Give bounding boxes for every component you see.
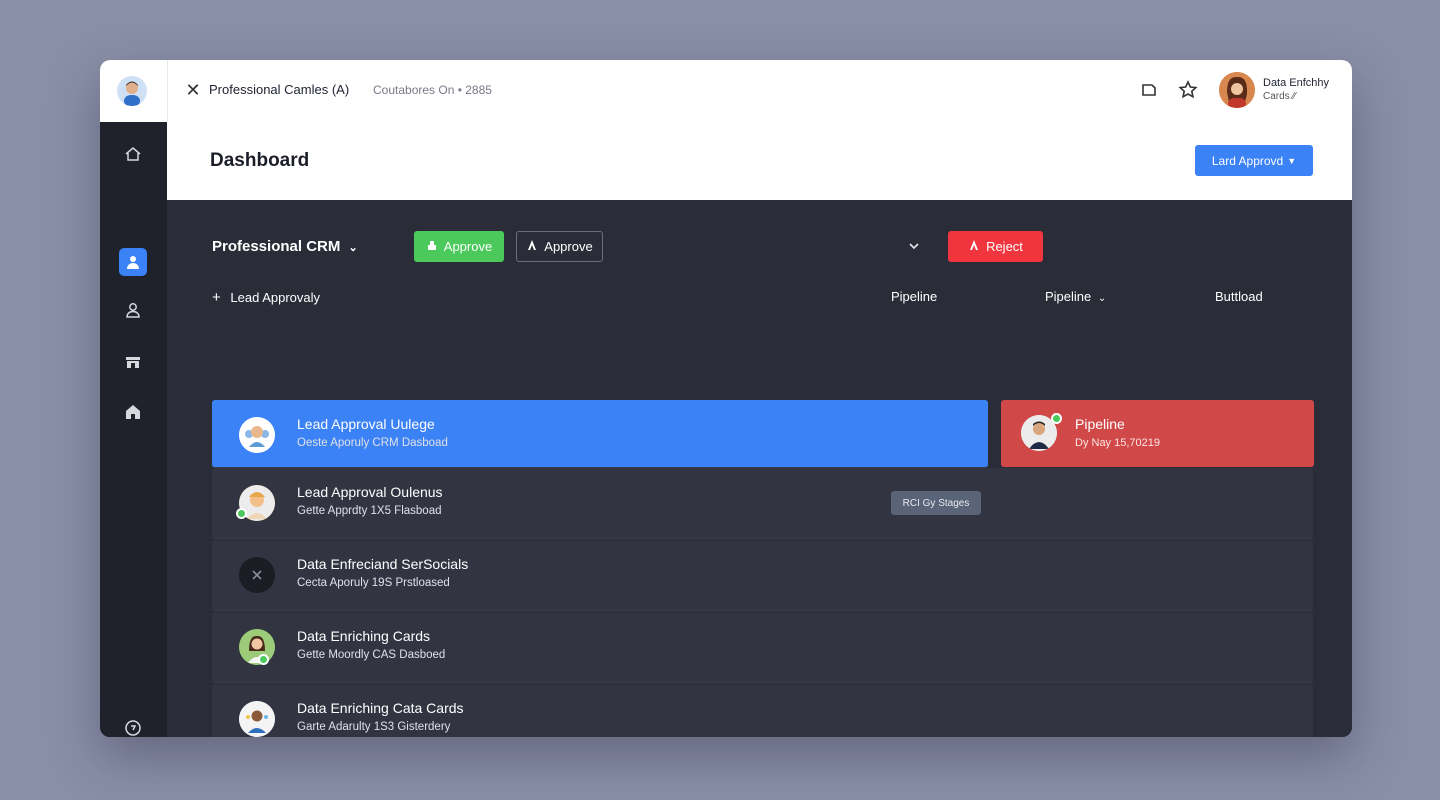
building-icon[interactable] xyxy=(119,398,147,426)
lead-approval-dropdown-button[interactable]: Lard Approvd ▼ xyxy=(1195,145,1313,176)
online-status-icon xyxy=(258,654,269,665)
add-lead-approval-button[interactable]: + Lead Approvaly xyxy=(212,289,320,306)
caret-down-icon: ▼ xyxy=(1287,155,1297,166)
list-item[interactable]: Lead Approval Uulege Oeste Aporuly CRM D… xyxy=(212,400,988,468)
avatar xyxy=(239,417,275,453)
approve-secondary-label: Approve xyxy=(544,239,593,254)
pipeline-card-subtitle: Dy Nay 15,70219 xyxy=(1075,437,1160,449)
list-item-title: Lead Approval Oulenus xyxy=(297,484,443,500)
list-item-title: Data Enriching Cards xyxy=(297,628,431,644)
list-item-subtitle: Garte Adarulty 1S3 Gisterdery xyxy=(297,721,451,733)
close-icon[interactable]: ✕ xyxy=(185,80,201,100)
plus-icon: + xyxy=(212,289,221,306)
person-icon xyxy=(526,239,538,254)
list-item-subtitle: Gette Moordly CAS Dasboed xyxy=(297,649,446,661)
tab-subtitle: Coutabores On • 2885 xyxy=(373,83,492,97)
app-window: ✕ Professional Camles (A) Coutabores On … xyxy=(100,60,1352,737)
chevron-down-icon: ⌄ xyxy=(1097,293,1107,304)
contacts-icon[interactable] xyxy=(119,248,147,276)
avatar xyxy=(239,701,275,737)
column-header-pipeline-label: Pipeline xyxy=(1045,289,1092,304)
main-content: Professional CRM ⌄ Approve Approve Rejec… xyxy=(167,200,1352,737)
reject-button-label: Reject xyxy=(986,239,1023,254)
tab-title[interactable]: Professional Camles (A) xyxy=(209,82,349,97)
avatar xyxy=(239,557,275,593)
sidebar xyxy=(100,122,167,737)
user-name: Data Enfchhy xyxy=(1263,77,1330,89)
online-status-icon xyxy=(1051,413,1062,424)
share-icon[interactable] xyxy=(1138,79,1160,101)
avatar xyxy=(239,629,275,665)
approve-button[interactable]: Approve xyxy=(414,231,504,262)
crm-select[interactable]: Professional CRM ⌄ xyxy=(212,238,358,255)
reject-icon xyxy=(968,239,980,254)
list-item[interactable]: Lead Approval Oulenus Gette Apprdty 1X5 … xyxy=(212,468,1313,539)
user-subtitle: Cards ⁄⁄ xyxy=(1263,91,1296,102)
top-bar: ✕ Professional Camles (A) Coutabores On … xyxy=(100,60,1352,123)
chevron-down-icon[interactable] xyxy=(908,239,920,253)
column-header-pipeline[interactable]: Pipeline xyxy=(891,289,937,304)
column-header-pipeline-sort[interactable]: Pipeline ⌄ xyxy=(1045,289,1106,304)
reject-button[interactable]: Reject xyxy=(948,231,1043,262)
chevron-down-icon: ⌄ xyxy=(348,242,358,254)
list-item-title: Lead Approval Uulege xyxy=(297,416,435,432)
account-avatar[interactable] xyxy=(117,76,147,106)
approve-icon xyxy=(426,239,438,254)
user-icon[interactable] xyxy=(119,296,147,324)
user-avatar[interactable] xyxy=(1219,72,1255,108)
help-icon[interactable] xyxy=(119,714,147,737)
star-icon[interactable] xyxy=(1177,79,1199,101)
crm-select-label: Professional CRM xyxy=(212,238,341,255)
approve-button-label: Approve xyxy=(443,239,493,254)
column-header-buttload[interactable]: Buttload xyxy=(1215,289,1263,304)
pipeline-card-title: Pipeline xyxy=(1075,416,1125,432)
list-item-subtitle: Cecta Aporuly 19S Prstloased xyxy=(297,577,450,589)
home-icon[interactable] xyxy=(119,140,147,168)
list-item-title: Data Enfreciand SerSocials xyxy=(297,556,469,572)
approve-secondary-button[interactable]: Approve xyxy=(516,231,603,262)
lead-approval-button-label: Lard Approvd xyxy=(1211,153,1284,168)
stage-badge[interactable]: RCI Gy Stages xyxy=(891,491,981,515)
store-icon[interactable] xyxy=(119,348,147,376)
page-header: Dashboard Lard Approvd ▼ xyxy=(167,122,1352,200)
list-item[interactable]: Data Enfreciand SerSocials Cecta Aporuly… xyxy=(212,540,1313,611)
list-item-subtitle: Gette Apprdty 1X5 Flasboad xyxy=(297,505,442,517)
list-item[interactable]: Data Enriching Cata Cards Garte Adarulty… xyxy=(212,684,1313,737)
list-item-title: Data Enriching Cata Cards xyxy=(297,700,464,716)
add-lead-label: Lead Approvaly xyxy=(230,290,321,305)
top-divider xyxy=(167,60,168,122)
list-item[interactable]: Data Enriching Cards Gette Moordly CAS D… xyxy=(212,612,1313,683)
page-title: Dashboard xyxy=(210,150,310,171)
pipeline-card[interactable]: Pipeline Dy Nay 15,70219 xyxy=(1001,400,1314,467)
online-status-icon xyxy=(236,508,247,519)
list-item-subtitle: Oeste Aporuly CRM Dasboad xyxy=(297,437,448,449)
